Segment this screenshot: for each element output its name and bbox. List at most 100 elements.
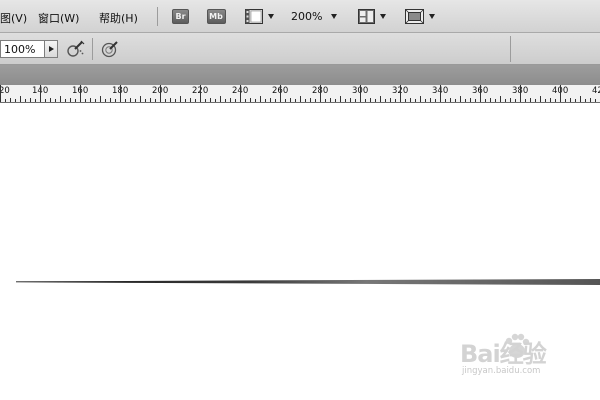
ruler-tick — [90, 98, 91, 102]
ruler-tick — [490, 98, 491, 102]
pressure-pen-icon — [101, 41, 118, 58]
ruler-tick — [585, 99, 586, 102]
ruler-tick — [210, 98, 211, 102]
ruler-tick — [450, 98, 451, 102]
ruler-tick — [465, 99, 466, 102]
ruler-tick — [10, 98, 11, 102]
tablet-pressure-button[interactable] — [101, 40, 119, 58]
ruler-tick — [285, 99, 286, 102]
ruler-tick — [530, 98, 531, 102]
menu-help[interactable]: 帮助(H) — [99, 10, 138, 26]
ruler-tick — [410, 98, 411, 102]
ruler-tick — [300, 96, 301, 102]
watermark-url: jingyan.baidu.com — [462, 366, 541, 376]
ruler-tick — [500, 96, 501, 102]
ruler-tick — [295, 99, 296, 102]
menu-view[interactable]: 图(V) — [0, 10, 27, 26]
watermark-word: Bai经验 — [460, 340, 547, 368]
ruler-tick — [265, 99, 266, 102]
ruler-tick — [315, 99, 316, 102]
menu-window[interactable]: 窗口(W) — [38, 10, 79, 26]
menu-separator — [157, 7, 158, 26]
ruler-tick — [100, 96, 101, 102]
ruler-tick — [555, 99, 556, 102]
ruler-tick — [275, 99, 276, 102]
ruler-tick — [415, 99, 416, 102]
ruler-tick — [70, 98, 71, 102]
ruler-tick — [245, 99, 246, 102]
minibridge-icon: Mb — [206, 9, 226, 24]
ruler-tick — [335, 99, 336, 102]
ruler-tick — [400, 85, 401, 102]
horizontal-ruler: 20 140 160 180 200 220 240 260 280 300 3… — [0, 85, 600, 103]
ruler-tick — [20, 96, 21, 102]
ruler-tick — [280, 85, 281, 102]
ruler-tick — [455, 99, 456, 102]
ruler-tick — [515, 99, 516, 102]
ruler-tick — [145, 99, 146, 102]
ruler-tick — [115, 99, 116, 102]
ruler-tick — [40, 85, 41, 102]
ruler-tick — [0, 85, 1, 102]
ruler-tick — [535, 99, 536, 102]
zoom-percent-arrow[interactable] — [45, 40, 58, 58]
ruler-tick — [220, 96, 221, 102]
ruler-tick — [445, 99, 446, 102]
ruler-tick — [580, 96, 581, 102]
chevron-down-icon — [380, 14, 386, 19]
ruler-tick — [325, 99, 326, 102]
ruler-tick — [495, 99, 496, 102]
screen-mode-dropdown[interactable] — [403, 8, 437, 25]
ruler-tick — [55, 99, 56, 102]
baidu-jingyan-watermark: Bai经验 jingyan.baidu.com — [460, 332, 572, 382]
ruler-tick — [545, 99, 546, 102]
ruler-tick — [345, 99, 346, 102]
ruler-tick — [225, 99, 226, 102]
ruler-tick — [435, 99, 436, 102]
ruler-tick — [485, 99, 486, 102]
zoom-level-value: 200% — [291, 10, 323, 23]
ruler-tick — [520, 85, 521, 102]
ruler-tick — [475, 99, 476, 102]
chevron-down-icon — [331, 14, 338, 19]
triangle-right-icon — [48, 46, 54, 52]
ruler-tick — [405, 99, 406, 102]
ruler-tick — [360, 85, 361, 102]
minibridge-button[interactable]: Mb — [206, 8, 226, 25]
ruler-tick — [560, 85, 561, 102]
view-extras-dropdown[interactable] — [242, 8, 276, 25]
ruler-tick — [380, 96, 381, 102]
chevron-down-icon — [267, 14, 274, 19]
ruler-tick — [425, 99, 426, 102]
airbrush-toggle-button[interactable] — [67, 40, 85, 58]
ruler-tick — [50, 98, 51, 102]
ruler-tick — [65, 99, 66, 102]
ruler-tick — [510, 98, 511, 102]
ruler-tick — [75, 99, 76, 102]
ruler-tick — [460, 96, 461, 102]
zoom-level-dropdown[interactable]: 200% — [291, 8, 339, 25]
ruler-tick — [105, 99, 106, 102]
ruler-tick — [350, 98, 351, 102]
ruler-tick — [420, 96, 421, 102]
ruler-tick — [200, 85, 201, 102]
screen-mode-icon — [405, 9, 424, 24]
arrange-documents-dropdown[interactable] — [356, 8, 388, 25]
ruler-tick — [595, 99, 596, 102]
ruler-tick — [340, 96, 341, 102]
bridge-button[interactable]: Br — [172, 8, 189, 25]
ruler-tick — [365, 99, 366, 102]
ruler-tick — [205, 99, 206, 102]
zoom-percent-input[interactable] — [0, 40, 45, 58]
ruler-tick — [250, 98, 251, 102]
ruler-tick — [590, 98, 591, 102]
ruler-tick — [255, 99, 256, 102]
ruler-tick — [470, 98, 471, 102]
ruler-tick — [290, 98, 291, 102]
ruler-tick — [45, 99, 46, 102]
ruler-tick — [550, 98, 551, 102]
ruler-tick — [540, 96, 541, 102]
ruler-tick — [240, 85, 241, 102]
ruler-tick — [5, 99, 6, 102]
ruler-tick — [85, 99, 86, 102]
